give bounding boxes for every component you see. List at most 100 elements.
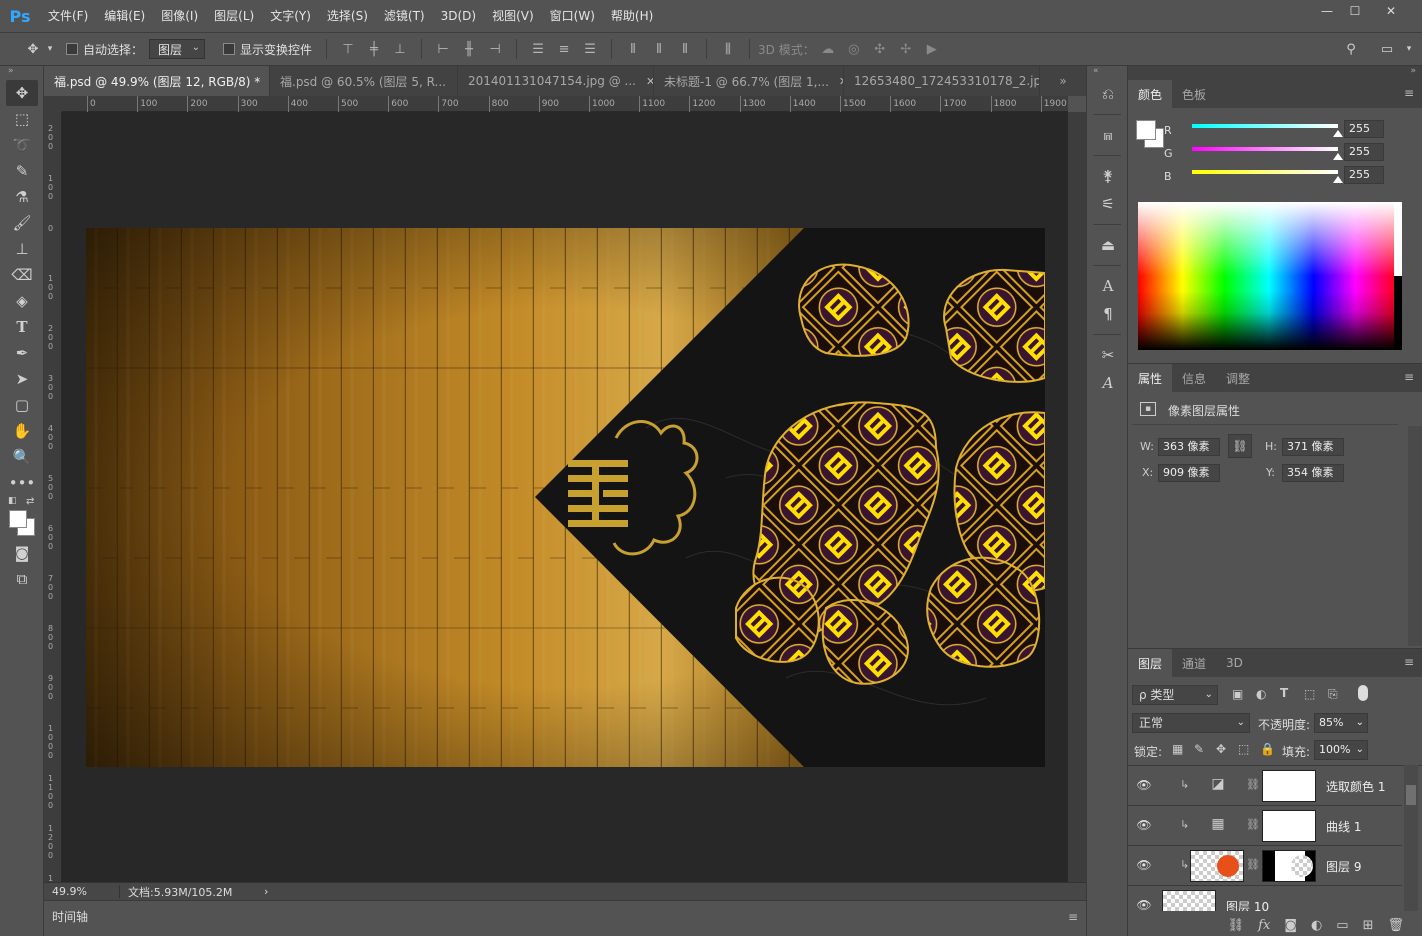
- panel-menu-icon[interactable]: ≡: [1404, 655, 1414, 669]
- add-mask-icon[interactable]: ◙: [1284, 918, 1297, 933]
- blend-mode-dropdown[interactable]: 正常 ⌄: [1132, 713, 1250, 733]
- layer-mask-thumbnail[interactable]: [1262, 850, 1316, 882]
- new-layer-icon[interactable]: ⊞: [1363, 918, 1374, 933]
- adjustments-icon[interactable]: ⚟: [1087, 190, 1129, 218]
- history-icon[interactable]: ⎌: [1087, 80, 1129, 108]
- tab-doc-4[interactable]: 未标题-1 @ 66.7% (图层 1,... ✕: [654, 66, 844, 96]
- x-field[interactable]: 909 像素: [1158, 464, 1220, 482]
- tab-doc-5[interactable]: 12653480_172453310178_2.jpg: [844, 66, 1040, 96]
- panel-expand-icon[interactable]: «: [1087, 66, 1127, 80]
- tab-doc-2[interactable]: 福.psd @ 60.5% (图层 5, R... ✕: [270, 66, 458, 96]
- horizontal-ruler[interactable]: 0 100 200 300 400 500 600 700 800 900 1000 1100 1200…: [62, 96, 1068, 112]
- opacity-field[interactable]: 85% ⌄: [1314, 713, 1368, 733]
- move-tool[interactable]: ✥: [6, 80, 38, 106]
- layer-name[interactable]: 图层 10: [1226, 898, 1269, 911]
- fill-field[interactable]: 100% ⌄: [1314, 740, 1368, 760]
- distribute-vcenter-icon[interactable]: ≡: [555, 40, 573, 58]
- roll-3d-icon[interactable]: ◎: [845, 40, 863, 58]
- filter-toggle-icon[interactable]: [1358, 685, 1368, 701]
- lock-transparent-icon[interactable]: ▦: [1172, 742, 1183, 756]
- panel-collapse-icon[interactable]: »: [0, 66, 43, 80]
- tab-doc-1[interactable]: 福.psd @ 49.9% (图层 12, RGB/8) * ✕: [44, 66, 270, 96]
- channel-b-value[interactable]: 255: [1344, 166, 1384, 184]
- menu-help[interactable]: 帮助(H): [603, 0, 661, 32]
- paint-bucket-tool[interactable]: ◈: [0, 288, 44, 314]
- zoom-level[interactable]: 49.9%: [44, 885, 120, 898]
- layer-name[interactable]: 图层 9: [1326, 858, 1361, 875]
- tab-properties[interactable]: 属性: [1128, 364, 1173, 392]
- menu-filter[interactable]: 滤镜(T): [376, 0, 433, 32]
- status-menu-arrow[interactable]: ›: [264, 885, 268, 898]
- menu-view[interactable]: 视图(V): [484, 0, 542, 32]
- align-vcenter-icon[interactable]: ╪: [365, 40, 383, 58]
- color-spectrum[interactable]: [1138, 202, 1400, 350]
- layer-thumbnail[interactable]: [1162, 890, 1216, 911]
- menu-layer[interactable]: 图层(L): [206, 0, 262, 32]
- align-hcenter-icon[interactable]: ╫: [460, 40, 478, 58]
- paragraph-icon[interactable]: ¶: [1087, 300, 1129, 328]
- tab-swatches[interactable]: 色板: [1172, 80, 1216, 108]
- timeline-label[interactable]: 时间轴: [52, 908, 88, 925]
- foreground-color-swatch[interactable]: [1136, 120, 1156, 140]
- eye-icon[interactable]: 👁: [1136, 898, 1152, 911]
- brush-presets-icon[interactable]: ⩎: [1087, 121, 1129, 149]
- distribute-top-icon[interactable]: ☰: [529, 40, 547, 58]
- align-bottom-icon[interactable]: ⊥: [391, 40, 409, 58]
- filter-type-icon[interactable]: T: [1280, 686, 1288, 700]
- screen-mode-icon[interactable]: ⧉: [0, 566, 44, 592]
- default-colors-icon[interactable]: ◧: [8, 496, 17, 506]
- tab-color[interactable]: 颜色: [1128, 80, 1173, 108]
- new-adjustment-icon[interactable]: ◐: [1311, 918, 1322, 933]
- layer-mask-thumbnail[interactable]: [1262, 810, 1316, 842]
- black-white-ramp[interactable]: [1394, 202, 1402, 350]
- layers-scrollbar[interactable]: [1404, 765, 1418, 911]
- lock-position-icon[interactable]: ✥: [1216, 742, 1226, 756]
- menu-select[interactable]: 选择(S): [319, 0, 376, 32]
- tab-channels[interactable]: 通道: [1172, 649, 1216, 677]
- distribute-left-icon[interactable]: ⦀: [624, 40, 642, 58]
- pen-tool[interactable]: ✒: [0, 340, 44, 366]
- channel-b-thumb[interactable]: [1333, 176, 1343, 183]
- channel-g-value[interactable]: 255: [1344, 143, 1384, 161]
- workspace-chevron-icon[interactable]: ▾: [1398, 38, 1420, 60]
- zoom-tool[interactable]: 🔍: [0, 444, 44, 470]
- move-tool-icon[interactable]: ✥: [22, 38, 44, 60]
- fx-icon[interactable]: fx: [1258, 918, 1270, 933]
- properties-scrollbar[interactable]: [1408, 426, 1422, 646]
- y-field[interactable]: 354 像素: [1282, 464, 1344, 482]
- close-button[interactable]: ✕: [1376, 0, 1406, 22]
- scrollbar-thumb[interactable]: [1406, 785, 1416, 805]
- link-dimensions-icon[interactable]: ⛓: [1228, 434, 1252, 458]
- tool-preset-chevron-icon[interactable]: ▾: [44, 38, 56, 60]
- close-icon[interactable]: ✕: [646, 75, 653, 88]
- character-icon[interactable]: A: [1087, 272, 1129, 300]
- height-field[interactable]: 371 像素: [1282, 438, 1344, 456]
- menu-window[interactable]: 窗口(W): [542, 0, 603, 32]
- clone-source-icon[interactable]: ⏏: [1087, 231, 1129, 259]
- panel-menu-icon[interactable]: ≡: [1404, 370, 1414, 384]
- width-field[interactable]: 363 像素: [1158, 438, 1220, 456]
- distribute-right-icon[interactable]: ⦀: [676, 40, 694, 58]
- channel-r-slider[interactable]: [1192, 124, 1338, 128]
- layer-row[interactable]: 👁 ↳ ⛓ 图层 9: [1128, 846, 1402, 886]
- align-left-icon[interactable]: ⊢: [434, 40, 452, 58]
- path-select-tool[interactable]: ➤: [0, 366, 44, 392]
- layer-mask-thumbnail[interactable]: [1262, 770, 1316, 802]
- slide-3d-icon[interactable]: ✢: [897, 40, 915, 58]
- type-tool[interactable]: T: [0, 314, 44, 340]
- tab-layers[interactable]: 图层: [1128, 649, 1173, 677]
- marquee-tool[interactable]: ⬚: [0, 106, 44, 132]
- glyphs-icon[interactable]: A: [1087, 369, 1129, 397]
- quick-select-tool[interactable]: ✎: [0, 158, 44, 184]
- layer-name[interactable]: 选取颜色 1: [1326, 778, 1385, 795]
- minimize-button[interactable]: —: [1312, 0, 1342, 22]
- lock-all-icon[interactable]: 🔒: [1260, 742, 1275, 756]
- new-group-icon[interactable]: ▭: [1336, 918, 1348, 933]
- auto-select-dropdown[interactable]: 图层 ⌄: [149, 39, 206, 59]
- workspace-icon[interactable]: ▭: [1376, 38, 1398, 60]
- quick-mask-icon[interactable]: ◙: [0, 540, 44, 566]
- link-icon[interactable]: ⛓: [1246, 778, 1260, 791]
- shape-tool[interactable]: ▢: [0, 392, 44, 418]
- filter-adjustment-icon[interactable]: ◐: [1256, 687, 1266, 701]
- eye-icon[interactable]: 👁: [1136, 858, 1152, 874]
